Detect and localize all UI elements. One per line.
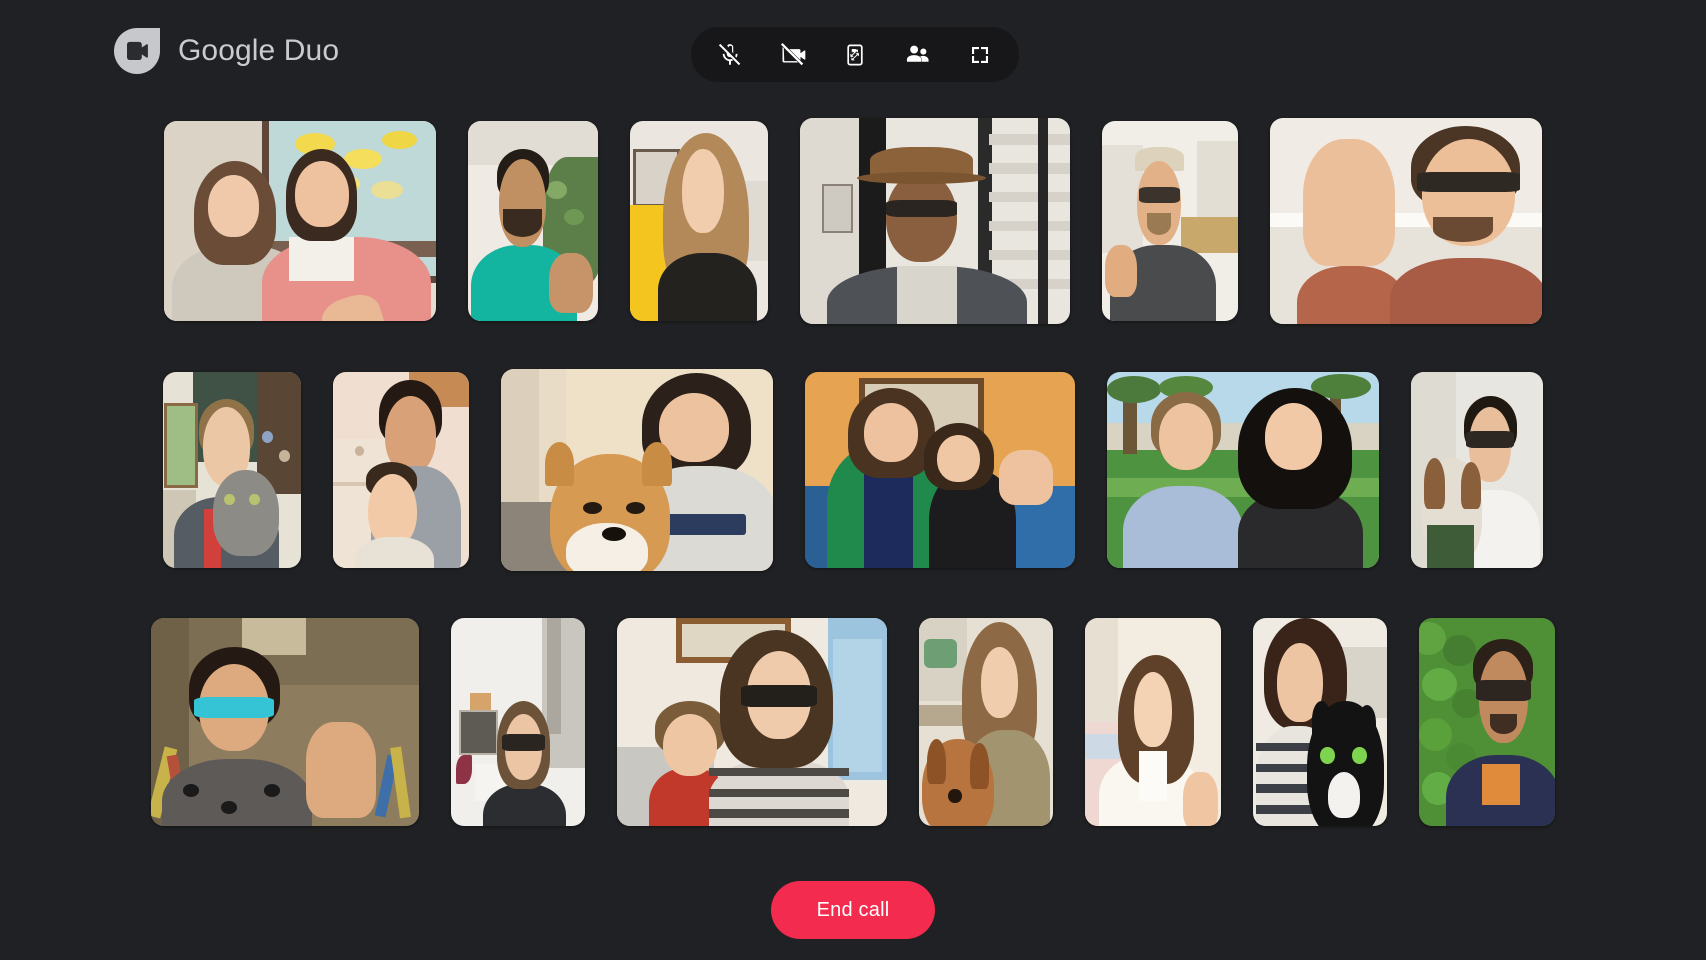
end-call-button[interactable]: End call	[771, 881, 935, 939]
participant-man-hat-stairs[interactable]	[800, 118, 1070, 324]
participant-man-waving-glasses[interactable]	[1270, 118, 1542, 324]
participant-couple-outdoors[interactable]	[1107, 372, 1379, 568]
participant-woman-corgi[interactable]	[501, 369, 773, 571]
participant-woman-glasses-room[interactable]	[451, 618, 585, 826]
mic-off-icon	[717, 42, 743, 68]
duo-video-logo-icon	[114, 28, 160, 74]
participant-couple-painting[interactable]	[164, 121, 436, 321]
participant-man-cap-kitchen[interactable]	[1102, 121, 1238, 321]
end-call-bar: End call	[0, 860, 1706, 960]
participant-mother-daughter-couch[interactable]	[805, 372, 1075, 568]
participant-woman-dog-glasses[interactable]	[1411, 372, 1543, 568]
participant-woman-waving-studio[interactable]	[151, 618, 419, 826]
app-header: Google Duo	[0, 0, 1706, 100]
participant-woman-yellow-wall[interactable]	[630, 121, 768, 321]
add-person-icon	[904, 41, 931, 68]
participant-woman-cream-sweater[interactable]	[1085, 618, 1221, 826]
tile-row	[0, 608, 1706, 836]
participant-woman-grey-cat[interactable]	[163, 372, 301, 568]
participant-man-teal-shirt[interactable]	[468, 121, 598, 321]
fullscreen-button[interactable]	[957, 32, 1003, 78]
participant-man-hedge-background[interactable]	[1419, 618, 1555, 826]
video-off-icon	[779, 41, 807, 69]
tile-row	[0, 110, 1706, 332]
participant-man-with-baby[interactable]	[333, 372, 469, 568]
tile-row	[0, 364, 1706, 576]
mic-off-button[interactable]	[707, 32, 753, 78]
app-title: Google Duo	[178, 34, 340, 67]
participant-girl-with-dog[interactable]	[919, 618, 1053, 826]
participant-mother-child-art[interactable]	[617, 618, 887, 826]
flip-screen-button[interactable]	[832, 32, 878, 78]
flip-screen-icon	[843, 43, 867, 67]
participant-woman-tuxedo-cat[interactable]	[1253, 618, 1387, 826]
call-controls-toolbar	[691, 27, 1019, 82]
add-people-button[interactable]	[894, 32, 940, 78]
camera-off-button[interactable]	[770, 32, 816, 78]
video-grid	[0, 100, 1706, 860]
fullscreen-icon	[968, 43, 992, 67]
brand: Google Duo	[114, 28, 339, 74]
